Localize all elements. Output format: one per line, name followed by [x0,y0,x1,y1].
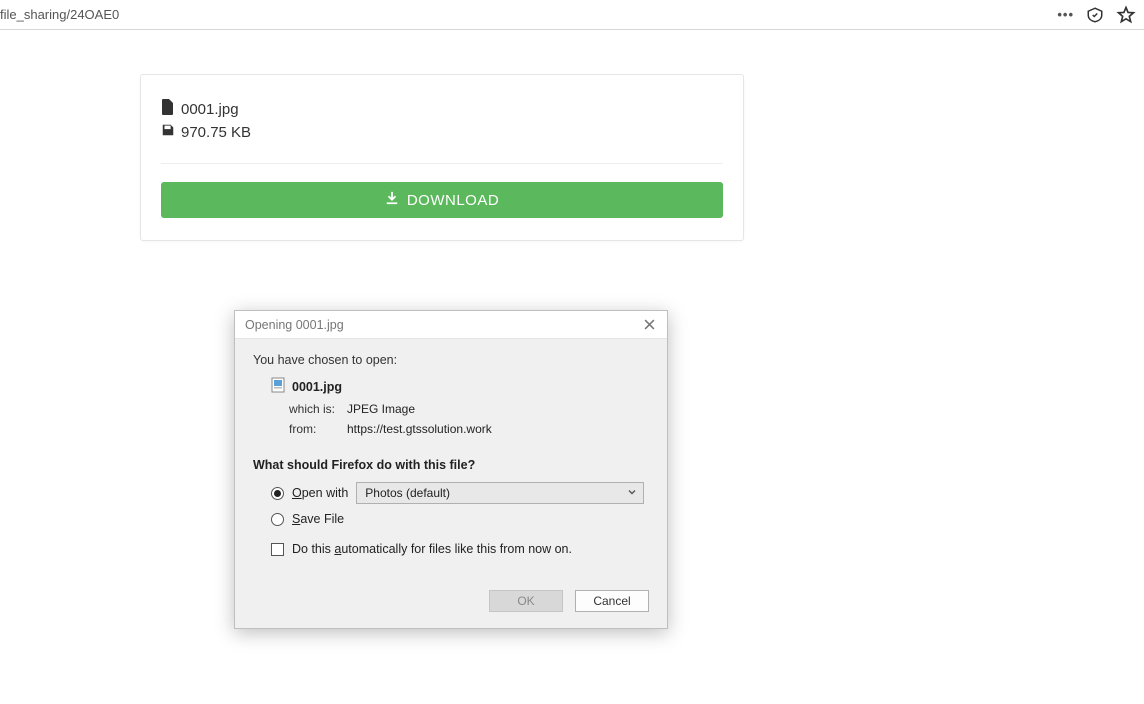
dialog-footer: OK Cancel [253,590,649,612]
dialog-titlebar: Opening 0001.jpg [235,311,667,339]
open-with-label: Open with [292,486,348,500]
which-is-row: which is: JPEG Image [289,402,649,416]
more-icon[interactable]: ••• [1057,7,1074,22]
url-fragment: file_sharing/24OAE0 [0,7,119,22]
dialog-file-block: 0001.jpg which is: JPEG Image from: http… [271,377,649,436]
file-icon [161,99,175,119]
dialog-body: You have chosen to open: 0001.jpg which … [235,339,667,628]
pocket-icon[interactable] [1086,6,1104,24]
close-icon[interactable] [639,315,659,335]
download-icon [385,191,399,209]
page-content: 0001.jpg 970.75 KB DOWNLOAD [0,30,1144,241]
save-icon [161,123,175,141]
dialog-filename: 0001.jpg [292,380,342,394]
file-name-row: 0001.jpg [161,99,723,119]
auto-checkbox[interactable] [271,543,284,556]
which-is-value: JPEG Image [347,402,415,416]
file-size: 970.75 KB [181,124,251,141]
from-label: from: [289,422,341,436]
dialog-intro: You have chosen to open: [253,353,649,367]
dialog-title: Opening 0001.jpg [245,318,344,332]
save-file-radio[interactable] [271,513,284,526]
chevron-down-icon [627,486,637,500]
image-file-icon [271,377,285,396]
save-file-option[interactable]: Save File [271,512,649,526]
auto-label: Do this automatically for files like thi… [292,542,572,556]
from-value: https://test.gtssolution.work [347,422,492,436]
save-file-label: Save File [292,512,344,526]
file-name: 0001.jpg [181,101,239,118]
ok-button[interactable]: OK [489,590,563,612]
open-with-selected: Photos (default) [365,486,450,500]
download-label: DOWNLOAD [407,192,499,209]
file-card: 0001.jpg 970.75 KB DOWNLOAD [140,74,744,241]
download-button[interactable]: DOWNLOAD [161,182,723,218]
cancel-button[interactable]: Cancel [575,590,649,612]
from-row: from: https://test.gtssolution.work [289,422,649,436]
download-open-dialog: Opening 0001.jpg You have chosen to open… [234,310,668,629]
dialog-file-line: 0001.jpg [271,377,649,396]
bookmark-star-icon[interactable] [1116,5,1136,25]
browser-page-actions: ••• [1057,5,1136,25]
file-size-row: 970.75 KB [161,123,723,141]
open-with-select[interactable]: Photos (default) [356,482,644,504]
divider [161,163,723,164]
browser-chrome-bar: file_sharing/24OAE0 ••• [0,0,1144,30]
open-with-option[interactable]: Open with Photos (default) [271,482,649,504]
open-with-radio[interactable] [271,487,284,500]
dialog-question: What should Firefox do with this file? [253,458,649,472]
which-is-label: which is: [289,402,341,416]
auto-option[interactable]: Do this automatically for files like thi… [271,542,649,556]
